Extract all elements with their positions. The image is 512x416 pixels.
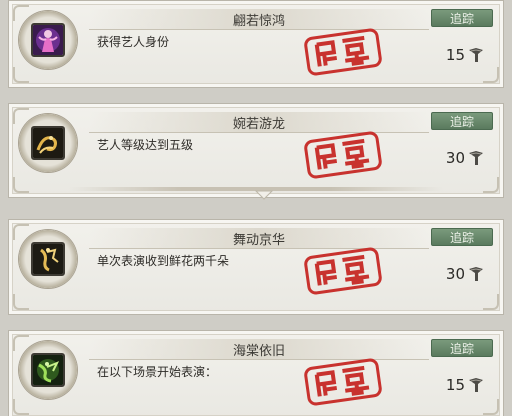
achievement-description: 单次表演收到鲜花两千朵 <box>97 254 230 268</box>
reward-amount: 30 <box>445 149 465 167</box>
achievement-list: 翩若惊鸿 获得艺人身份 追踪 15 婉若游龙 艺人等级达到五级 追踪 30 舞动… <box>0 0 512 416</box>
frame-corner <box>13 399 29 415</box>
coin-fan-icon <box>467 265 485 283</box>
gold-dragon-icon <box>31 126 65 160</box>
green-dancer-icon <box>31 353 65 387</box>
frame-corner <box>483 399 499 415</box>
achievement-card: 翩若惊鸿 获得艺人身份 追踪 15 <box>8 0 504 88</box>
achievement-card: 海棠依旧 在以下场景开始表演： 追踪 15 <box>8 330 504 416</box>
reward: 15 <box>446 46 485 64</box>
divider-ornament-icon <box>254 185 274 200</box>
achievement-description: 获得艺人身份 <box>97 35 170 49</box>
reward-amount: 30 <box>445 265 465 283</box>
seal-stamp-icon <box>301 26 384 78</box>
achievement-description: 在以下场景开始表演： <box>97 365 218 379</box>
achievement-icon-frame <box>19 114 77 172</box>
achievement-icon-frame <box>19 341 77 399</box>
frame-corner <box>483 177 499 193</box>
achievement-icon-frame <box>19 11 77 69</box>
frame-corner <box>483 294 499 310</box>
reward-amount: 15 <box>445 46 465 64</box>
reward: 30 <box>446 149 485 167</box>
reward: 15 <box>446 376 485 394</box>
dancer-portrait-icon <box>31 23 65 57</box>
achievement-icon-frame <box>19 230 77 288</box>
frame-corner <box>483 67 499 83</box>
coin-fan-icon <box>467 149 485 167</box>
track-button[interactable]: 追踪 <box>431 339 493 357</box>
reward-amount: 15 <box>445 376 465 394</box>
seal-stamp-icon <box>301 356 384 408</box>
frame-corner <box>13 177 29 193</box>
seal-stamp-icon <box>301 129 384 181</box>
achievement-description: 艺人等级达到五级 <box>97 138 194 152</box>
gold-dancer-icon <box>31 242 65 276</box>
achievement-card: 舞动京华 单次表演收到鲜花两千朵 追踪 30 <box>8 219 504 315</box>
track-button[interactable]: 追踪 <box>431 228 493 246</box>
seal-stamp-icon <box>301 245 384 297</box>
coin-fan-icon <box>467 46 485 64</box>
coin-fan-icon <box>467 376 485 394</box>
track-button[interactable]: 追踪 <box>431 112 493 130</box>
frame-corner <box>13 67 29 83</box>
track-button[interactable]: 追踪 <box>431 9 493 27</box>
achievement-card: 婉若游龙 艺人等级达到五级 追踪 30 <box>8 103 504 200</box>
reward: 30 <box>446 265 485 283</box>
frame-corner <box>13 294 29 310</box>
